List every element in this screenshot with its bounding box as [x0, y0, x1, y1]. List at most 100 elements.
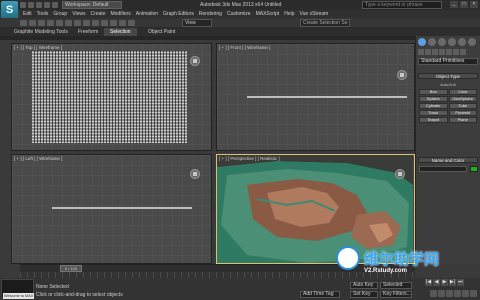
viewport-label[interactable]: [ + ] [ Perspective ] [ Realistic ] — [219, 156, 280, 161]
venice-terrain-render[interactable] — [217, 155, 413, 264]
time-slider-track[interactable]: 0 / 100 — [20, 264, 415, 272]
object-name-field[interactable] — [419, 166, 467, 172]
viewcube-icon[interactable] — [190, 169, 200, 179]
name-and-color-rollout[interactable]: Name and Color — [418, 157, 478, 163]
space-warps-icon[interactable] — [453, 49, 459, 55]
select-scale-icon[interactable] — [128, 20, 135, 26]
zoom-all-icon[interactable] — [438, 290, 445, 297]
menu-vue-xstream[interactable]: Vue xStream — [300, 10, 329, 18]
selection-filter-icon[interactable] — [65, 20, 72, 26]
display-tab-icon[interactable] — [458, 38, 466, 46]
box-button[interactable]: Box — [419, 89, 448, 95]
named-selection-field[interactable]: Create Selection Se — [300, 19, 350, 27]
lights-icon[interactable] — [432, 49, 438, 55]
unlink-icon[interactable] — [47, 20, 54, 26]
orbit-icon[interactable] — [462, 290, 469, 297]
undo-icon[interactable] — [20, 20, 27, 26]
auto-key-button[interactable]: Auto Key — [350, 282, 378, 289]
viewport-label[interactable]: [ + ] [ Front ] [ Wireframe ] — [219, 45, 270, 50]
sphere-button[interactable]: Sphere — [419, 96, 448, 102]
next-frame-button[interactable]: ▶| — [449, 279, 456, 286]
window-crossing-icon[interactable] — [101, 20, 108, 26]
primitive-type-dropdown[interactable]: Standard Primitives — [418, 58, 478, 65]
pyramid-button[interactable]: Pyramid — [448, 110, 477, 116]
maxscript-mini-listener[interactable]: Welcome to MAX — [3, 293, 34, 299]
cameras-icon[interactable] — [439, 49, 445, 55]
select-rotate-icon[interactable] — [119, 20, 126, 26]
geosphere-button[interactable]: GeoSphere — [448, 96, 477, 102]
set-key-button[interactable]: Set Key — [350, 291, 378, 298]
go-to-end-button[interactable]: ⏭ — [457, 279, 464, 286]
workspace-dropdown[interactable]: Workspace: Default — [62, 1, 122, 9]
tube-button[interactable]: Tube — [448, 103, 477, 109]
autogrid-checkbox[interactable]: AutoGrid — [420, 82, 476, 87]
redo-icon[interactable] — [52, 2, 58, 8]
menu-animation[interactable]: Animation — [136, 10, 158, 18]
viewcube-icon[interactable] — [397, 70, 407, 80]
menu-tools[interactable]: Tools — [37, 10, 49, 18]
object-type-rollout[interactable]: Object Type — [418, 73, 478, 79]
cone-button[interactable]: Cone — [448, 89, 477, 95]
pan-icon[interactable] — [454, 290, 461, 297]
key-mode-dropdown[interactable]: Selected — [380, 282, 412, 289]
menu-rendering[interactable]: Rendering — [199, 10, 222, 18]
shapes-icon[interactable] — [425, 49, 431, 55]
select-object-icon[interactable] — [74, 20, 81, 26]
helpers-icon[interactable] — [446, 49, 452, 55]
viewcube-icon[interactable] — [395, 169, 405, 179]
terrain-mesh-object[interactable] — [247, 96, 407, 98]
create-tab-icon[interactable] — [418, 38, 426, 46]
terrain-mesh-object[interactable] — [52, 207, 192, 209]
tab-object-paint[interactable]: Object Paint — [142, 28, 181, 36]
hierarchy-tab-icon[interactable] — [438, 38, 446, 46]
new-file-icon[interactable] — [20, 2, 26, 8]
menu-modifiers[interactable]: Modifiers — [110, 10, 130, 18]
reference-coordinate-dropdown[interactable]: View — [182, 19, 212, 27]
object-color-swatch[interactable] — [470, 166, 478, 172]
menu-group[interactable]: Group — [53, 10, 67, 18]
app-logo-button[interactable]: S — [1, 1, 18, 19]
geometry-icon[interactable] — [418, 49, 424, 55]
torus-button[interactable]: Torus — [419, 110, 448, 116]
link-icon[interactable] — [38, 20, 45, 26]
minimize-button[interactable]: _ — [450, 1, 458, 8]
maximize-button[interactable]: □ — [460, 1, 468, 8]
menu-customize[interactable]: Customize — [227, 10, 251, 18]
teapot-button[interactable]: Teapot — [419, 117, 448, 123]
terrain-mesh-object[interactable] — [32, 51, 187, 143]
maxscript-listener[interactable]: Welcome to MAX — [1, 279, 34, 299]
redo-icon[interactable] — [29, 20, 36, 26]
modify-tab-icon[interactable] — [428, 38, 436, 46]
menu-help[interactable]: Help — [284, 10, 294, 18]
viewport-label[interactable]: [ + ] [ Left ] [ Wireframe ] — [14, 156, 62, 161]
zoom-extents-icon[interactable] — [446, 290, 453, 297]
menu-graph-editors[interactable]: Graph Editors — [163, 10, 194, 18]
key-filters-button[interactable]: Key Filters... — [380, 291, 412, 298]
close-button[interactable]: × — [470, 1, 478, 8]
menu-edit[interactable]: Edit — [23, 10, 32, 18]
add-time-tag[interactable]: Add Time Tag — [300, 291, 340, 298]
zoom-icon[interactable] — [430, 290, 437, 297]
previous-frame-button[interactable]: ◀ — [433, 279, 440, 286]
systems-icon[interactable] — [460, 49, 466, 55]
time-slider[interactable]: 0 / 100 — [60, 265, 82, 272]
tab-freeform[interactable]: Freeform — [72, 28, 104, 36]
utilities-tab-icon[interactable] — [468, 38, 476, 46]
plane-button[interactable]: Plane — [448, 117, 477, 123]
maximize-viewport-icon[interactable] — [470, 290, 477, 297]
viewport-front[interactable]: [ + ] [ Front ] [ Wireframe ] — [216, 43, 415, 151]
select-move-icon[interactable] — [110, 20, 117, 26]
viewport-top[interactable]: [ + ] [ Top ] [ Wireframe ] — [11, 43, 212, 151]
viewport-label[interactable]: [ + ] [ Top ] [ Wireframe ] — [14, 45, 62, 50]
undo-icon[interactable] — [44, 2, 50, 8]
save-file-icon[interactable] — [36, 2, 42, 8]
bind-space-warp-icon[interactable] — [56, 20, 63, 26]
search-input[interactable]: Type a keyword or phrase — [362, 1, 442, 9]
cylinder-button[interactable]: Cylinder — [419, 103, 448, 109]
tab-graphite-modeling-tools[interactable]: Graphite Modeling Tools — [8, 28, 74, 36]
viewport-perspective[interactable]: [ + ] [ Perspective ] [ Realistic ] — [216, 154, 415, 264]
motion-tab-icon[interactable] — [448, 38, 456, 46]
viewport-left[interactable]: [ + ] [ Left ] [ Wireframe ] — [11, 154, 212, 264]
menu-create[interactable]: Create — [90, 10, 105, 18]
go-to-start-button[interactable]: |◀ — [425, 279, 432, 286]
